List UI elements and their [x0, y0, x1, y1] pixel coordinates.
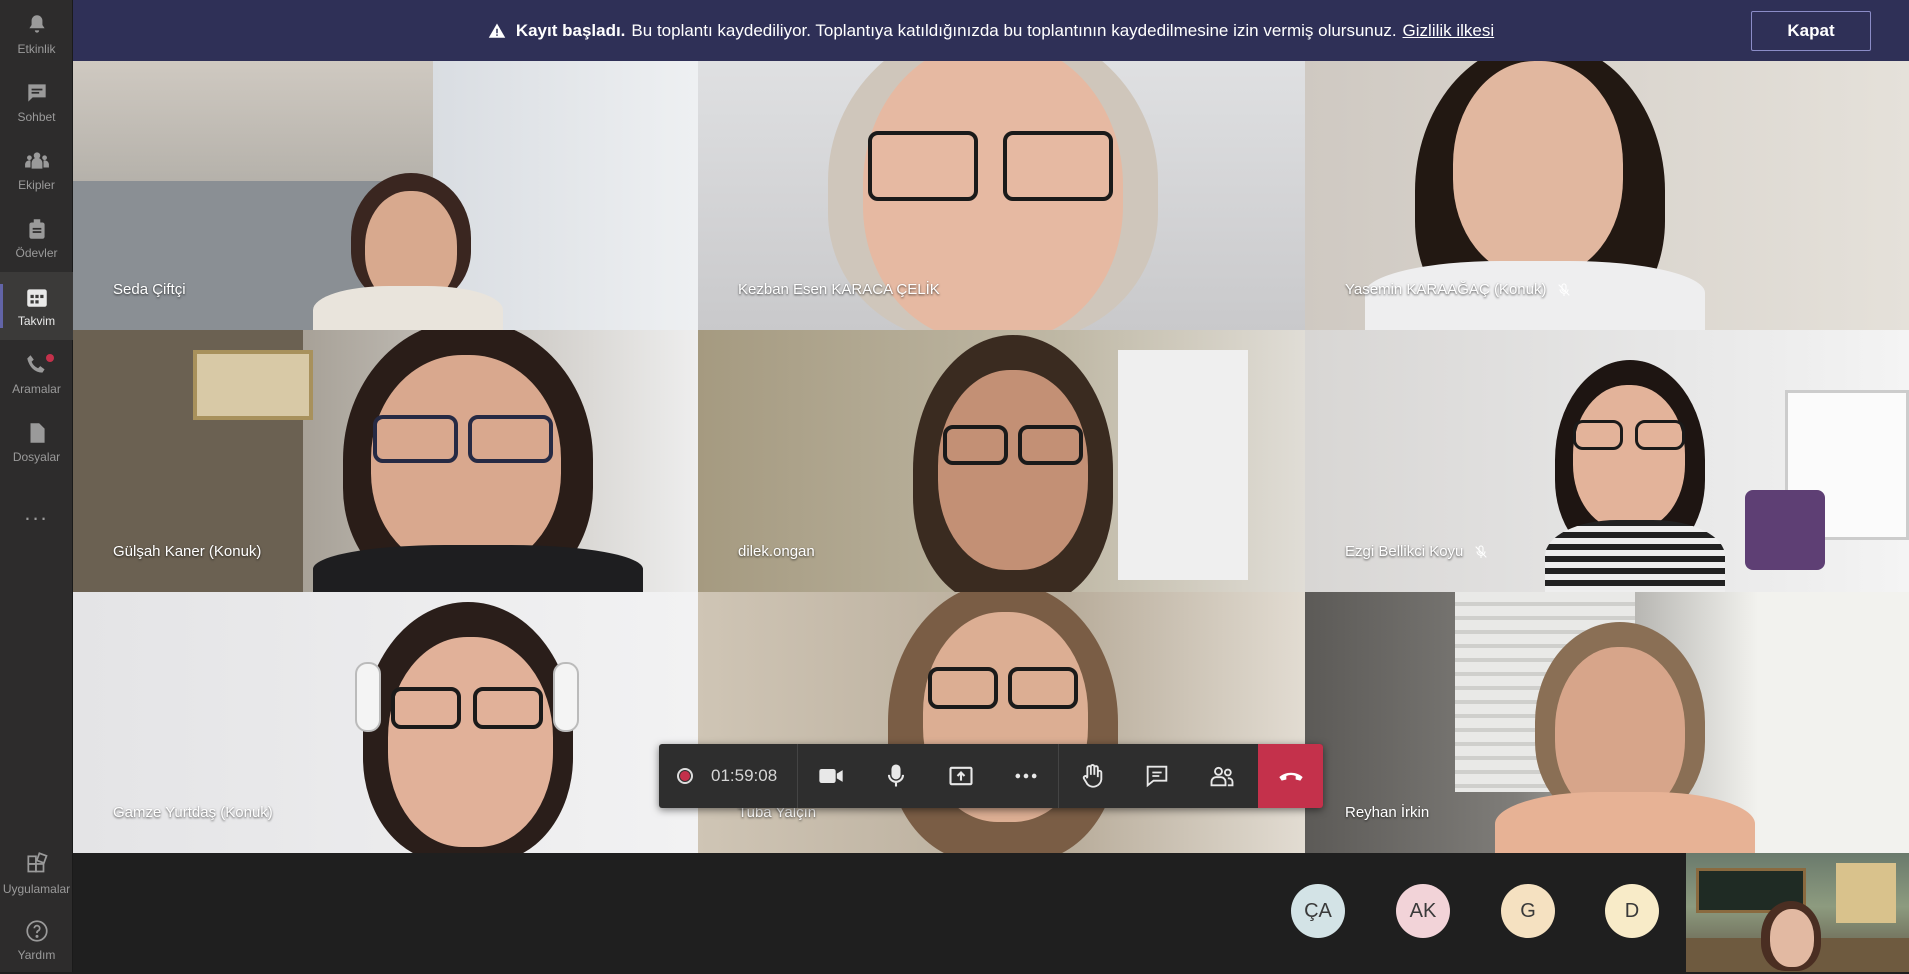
avatar[interactable]: ÇA [1291, 884, 1345, 938]
teams-icon [24, 152, 49, 169]
hang-up-icon [1278, 772, 1303, 781]
chat-icon [1146, 765, 1167, 788]
rail-item-label: Ödevler [15, 246, 58, 260]
participant-name: Gamze Yurtdaş (Konuk) [113, 804, 273, 821]
warning-icon [488, 23, 506, 38]
participant-name: dilek.ongan [738, 543, 815, 560]
privacy-policy-link[interactable]: Gizlilik ilkesi [1403, 21, 1495, 41]
video-grid: Seda Çiftçi Kezban Esen KARACA ÇELİK Yas… [73, 61, 1909, 853]
share-screen-icon [949, 766, 973, 786]
rail-item-label: Takvim [17, 314, 56, 328]
video-tile[interactable]: Kezban Esen KARACA ÇELİK [698, 61, 1305, 330]
video-tile[interactable]: Gülşah Kaner (Konuk) [73, 330, 698, 592]
more-icon: ... [24, 500, 49, 525]
rail-item-label: Aramalar [12, 382, 61, 396]
video-camera-icon [819, 769, 843, 783]
mic-off-icon [1558, 282, 1571, 296]
banner-text: Bu toplantı kaydediliyor. Toplantıya kat… [631, 20, 1397, 40]
video-tile[interactable]: dilek.ongan [698, 330, 1305, 592]
banner-title: Kayıt başladı. [515, 20, 626, 40]
app-rail: Etkinlik Sohbet Ekipler Ödevler Takvim A… [0, 0, 73, 972]
recording-timer: 01:59:08 [659, 744, 799, 808]
rail-item-apps[interactable]: Uygulamalar [0, 840, 73, 908]
call-timer: 01:59:08 [711, 766, 778, 785]
call-controls: 01:59:08 [659, 744, 1323, 808]
participant-name: Yasemin KARAAĞAÇ (Konuk) [1345, 281, 1572, 298]
more-apps-button[interactable]: ... [0, 490, 73, 536]
rail-item-files[interactable]: Dosyalar [0, 408, 73, 476]
participants-icon [1210, 766, 1234, 787]
raise-hand-icon [1082, 764, 1102, 788]
bell-icon [28, 15, 45, 33]
microphone-icon [887, 764, 904, 787]
assignments-icon [28, 219, 45, 239]
rail-item-label: Dosyalar [12, 450, 61, 464]
recording-banner: Kayıt başladı. Bu toplantı kaydediliyor.… [73, 0, 1909, 61]
raise-hand-button[interactable] [1059, 744, 1124, 808]
avatar[interactable]: AK [1396, 884, 1450, 938]
hang-up-button[interactable] [1258, 744, 1323, 808]
rail-item-activity[interactable]: Etkinlik [0, 0, 73, 68]
video-tile[interactable]: Seda Çiftçi [73, 61, 698, 330]
avatar[interactable]: D [1605, 884, 1659, 938]
calendar-icon [26, 289, 47, 307]
participants-button[interactable] [1189, 744, 1254, 808]
video-tile[interactable]: Ezgi Bellikci Koyu [1305, 330, 1909, 592]
avatar[interactable]: G [1501, 884, 1555, 938]
video-tile[interactable]: Tuba Yalçın [698, 592, 1305, 853]
self-view[interactable] [1686, 853, 1909, 972]
microphone-button[interactable] [863, 744, 928, 808]
participant-name: Kezban Esen KARACA ÇELİK [738, 281, 940, 298]
rail-item-assignments[interactable]: Ödevler [0, 204, 73, 272]
rail-item-label: Sohbet [17, 110, 56, 124]
rail-item-label: Uygulamalar [2, 882, 71, 896]
participant-name: Ezgi Bellikci Koyu [1345, 543, 1489, 560]
share-screen-button[interactable] [928, 744, 993, 808]
rail-item-help[interactable]: Yardım [0, 906, 73, 974]
rail-item-label: Ekipler [18, 178, 55, 192]
chat-icon [27, 84, 46, 102]
rail-item-chat[interactable]: Sohbet [0, 68, 73, 136]
participant-name: Seda Çiftçi [113, 281, 186, 298]
rail-item-teams[interactable]: Ekipler [0, 136, 73, 204]
mic-off-icon [1475, 544, 1488, 558]
recording-icon [677, 768, 693, 784]
help-icon [25, 920, 48, 942]
participant-name: Reyhan İrkin [1345, 804, 1430, 821]
participant-strip: ÇA AK G D [73, 853, 1909, 972]
chat-button[interactable] [1124, 744, 1189, 808]
more-actions-button[interactable] [993, 744, 1058, 808]
rail-item-calls[interactable]: Aramalar [0, 340, 73, 408]
camera-button[interactable] [798, 744, 863, 808]
video-tile[interactable]: Reyhan İrkin [1305, 592, 1909, 853]
notification-dot [46, 354, 54, 362]
video-tile[interactable]: Yasemin KARAAĞAÇ (Konuk) [1305, 61, 1909, 330]
apps-icon [26, 852, 48, 873]
rail-item-label: Etkinlik [17, 42, 56, 56]
file-icon [30, 423, 45, 443]
video-tile[interactable]: Gamze Yurtdaş (Konuk) [73, 592, 698, 853]
rail-item-calendar[interactable]: Takvim [0, 272, 73, 340]
participant-name: Gülşah Kaner (Konuk) [113, 543, 262, 560]
close-banner-button[interactable]: Kapat [1751, 11, 1871, 51]
rail-item-label: Yardım [17, 948, 56, 962]
more-icon [1015, 773, 1037, 779]
